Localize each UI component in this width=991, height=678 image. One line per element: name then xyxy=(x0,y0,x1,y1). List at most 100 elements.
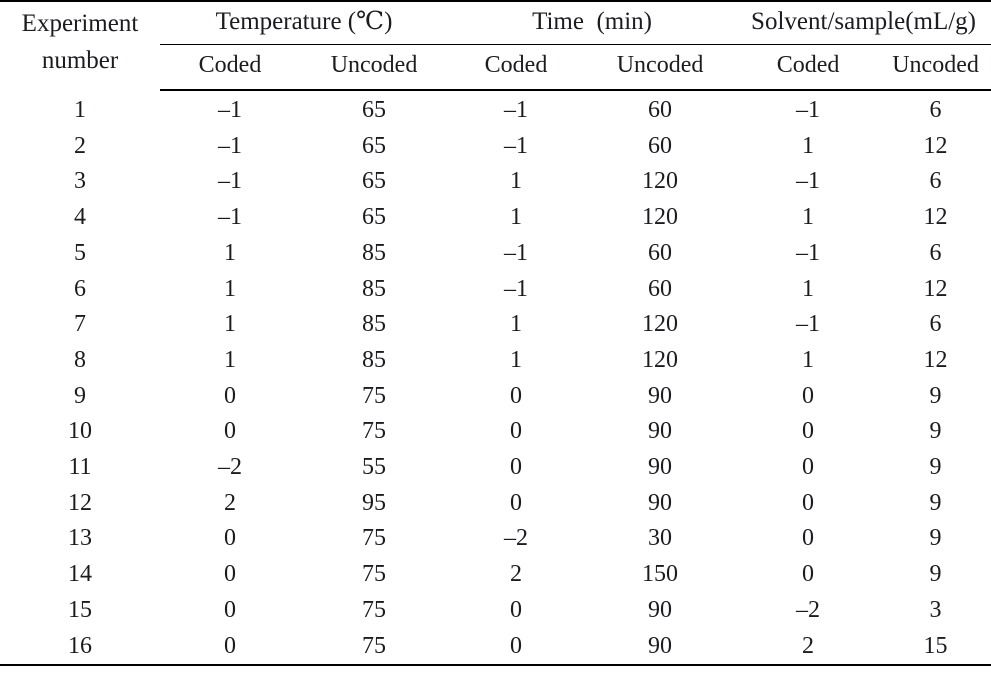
table-row: 11 –2 55 0 90 0 9 xyxy=(0,450,991,486)
cell-temperature-coded: 2 xyxy=(224,489,236,516)
cell-solvent-coded: –1 xyxy=(796,239,821,266)
cell-temperature-uncoded: 55 xyxy=(362,454,386,481)
cell-time-coded: 1 xyxy=(510,311,523,338)
table-row: 3 –1 65 1 120 –1 6 xyxy=(0,164,991,200)
cell-time-uncoded: 90 xyxy=(648,382,673,409)
table-row: 5 1 85 –1 60 –1 6 xyxy=(0,236,991,272)
cell-temperature-uncoded: 65 xyxy=(362,97,386,123)
table-row: 15 0 75 0 90 –2 3 xyxy=(0,593,991,629)
cell-experiment-number: 16 xyxy=(0,628,160,667)
cell-experiment-number: 4 xyxy=(74,204,86,231)
cell-temperature-uncoded: 65 xyxy=(362,132,386,159)
table-row: 9 0 75 0 90 0 9 xyxy=(0,379,991,415)
cell-solvent-uncoded: 12 xyxy=(923,132,948,159)
cell-temperature-coded: –1 xyxy=(218,168,242,195)
table-row: 16 0 75 0 90 2 15 xyxy=(0,628,991,667)
cell-solvent-uncoded: 6 xyxy=(929,97,942,123)
table-row: 14 0 75 2 150 0 9 xyxy=(0,557,991,593)
cell-time-uncoded: 120 xyxy=(642,168,679,195)
header-group-solvent-sample: Solvent/sample(mL/g) xyxy=(736,0,991,45)
cell-time-uncoded: 120 xyxy=(642,311,679,338)
cell-temperature-uncoded: 75 xyxy=(362,561,386,588)
cell-solvent-coded: 2 xyxy=(736,628,881,667)
cell-time-uncoded: 60 xyxy=(648,97,673,123)
cell-time-coded: 1 xyxy=(510,168,523,195)
header-experiment-number: Experiment number xyxy=(0,0,160,90)
cell-solvent-coded: 1 xyxy=(802,204,815,231)
header-time-uncoded: Uncoded xyxy=(584,44,737,91)
table-row: 13 0 75 –2 30 0 9 xyxy=(0,521,991,557)
cell-time-uncoded: 30 xyxy=(648,525,673,552)
cell-time-coded: –2 xyxy=(504,525,529,552)
cell-temperature-coded: 1 xyxy=(224,311,236,338)
cell-temperature-coded: 1 xyxy=(224,239,236,266)
cell-solvent-coded: 1 xyxy=(802,275,815,302)
cell-time-coded: –1 xyxy=(504,275,529,302)
header-time-coded: Coded xyxy=(448,44,585,91)
cell-experiment-number: 10 xyxy=(68,418,92,445)
cell-experiment-number: 15 xyxy=(68,596,92,623)
cell-temperature-coded: 1 xyxy=(224,346,236,373)
cell-experiment-number: 3 xyxy=(74,168,86,195)
cell-experiment-number: 13 xyxy=(68,525,92,552)
cell-temperature-uncoded: 65 xyxy=(362,168,386,195)
cell-temperature-coded: 1 xyxy=(224,275,236,302)
cell-temperature-coded: 0 xyxy=(224,561,236,588)
cell-experiment-number: 11 xyxy=(68,454,92,481)
cell-temperature-coded: 0 xyxy=(224,418,236,445)
cell-time-uncoded: 90 xyxy=(648,596,673,623)
table-row: 10 0 75 0 90 0 9 xyxy=(0,414,991,450)
cell-experiment-number: 14 xyxy=(68,561,92,588)
cell-time-coded: 0 xyxy=(510,489,523,516)
cell-temperature-uncoded: 65 xyxy=(362,204,386,231)
cell-temperature-coded: –1 xyxy=(218,204,242,231)
cell-temperature-uncoded: 75 xyxy=(362,596,386,623)
cell-solvent-uncoded: 3 xyxy=(929,596,942,623)
cell-solvent-uncoded: 9 xyxy=(929,525,942,552)
cell-temperature-coded: 0 xyxy=(160,628,300,667)
cell-time-uncoded: 90 xyxy=(648,418,673,445)
header-experiment-line1: Experiment xyxy=(21,10,139,37)
header-temperature-uncoded: Uncoded xyxy=(300,44,449,91)
cell-time-uncoded: 90 xyxy=(648,489,673,516)
cell-solvent-uncoded: 9 xyxy=(929,489,942,516)
cell-time-uncoded: 90 xyxy=(648,454,673,481)
table-row: 12 2 95 0 90 0 9 xyxy=(0,486,991,522)
cell-experiment-number: 7 xyxy=(74,311,86,338)
cell-temperature-coded: –2 xyxy=(218,454,242,481)
table-row: 8 1 85 1 120 1 12 xyxy=(0,343,991,379)
cell-temperature-coded: 0 xyxy=(224,596,236,623)
cell-solvent-coded: 1 xyxy=(802,132,815,159)
cell-time-uncoded: 60 xyxy=(648,275,673,302)
cell-time-coded: 0 xyxy=(510,596,523,623)
cell-solvent-uncoded: 6 xyxy=(929,168,942,195)
cell-time-coded: –1 xyxy=(504,239,529,266)
cell-temperature-uncoded: 95 xyxy=(362,489,386,516)
header-group-row: Experiment number Temperature (℃) Time (… xyxy=(0,0,991,90)
cell-time-uncoded: 120 xyxy=(642,346,679,373)
cell-solvent-coded: 0 xyxy=(802,561,815,588)
cell-temperature-uncoded: 85 xyxy=(362,275,386,302)
cell-temperature-coded: –1 xyxy=(218,132,242,159)
table-row: 1 –1 65 –1 60 –1 6 xyxy=(0,90,991,129)
cell-solvent-coded: 0 xyxy=(802,382,815,409)
cell-time-coded: –1 xyxy=(504,132,529,159)
cell-temperature-uncoded: 75 xyxy=(362,525,386,552)
header-group-temperature: Temperature (℃) xyxy=(160,0,449,45)
cell-time-uncoded: 60 xyxy=(648,239,673,266)
cell-solvent-coded: –1 xyxy=(796,311,821,338)
table-header: Experiment number Temperature (℃) Time (… xyxy=(0,0,991,91)
cell-solvent-uncoded: 15 xyxy=(880,628,991,667)
cell-time-uncoded: 150 xyxy=(642,561,679,588)
cell-temperature-uncoded: 85 xyxy=(362,239,386,266)
cell-experiment-number: 5 xyxy=(74,239,86,266)
cell-solvent-coded: 0 xyxy=(802,418,815,445)
cell-temperature-coded: 0 xyxy=(224,525,236,552)
cell-solvent-coded: –1 xyxy=(796,97,821,123)
cell-solvent-uncoded: 12 xyxy=(923,204,948,231)
cell-solvent-coded: 1 xyxy=(802,346,815,373)
cell-time-uncoded: 90 xyxy=(584,628,737,667)
cell-temperature-coded: 0 xyxy=(224,382,236,409)
cell-temperature-uncoded: 85 xyxy=(362,311,386,338)
header-experiment-line2: number xyxy=(41,47,119,74)
